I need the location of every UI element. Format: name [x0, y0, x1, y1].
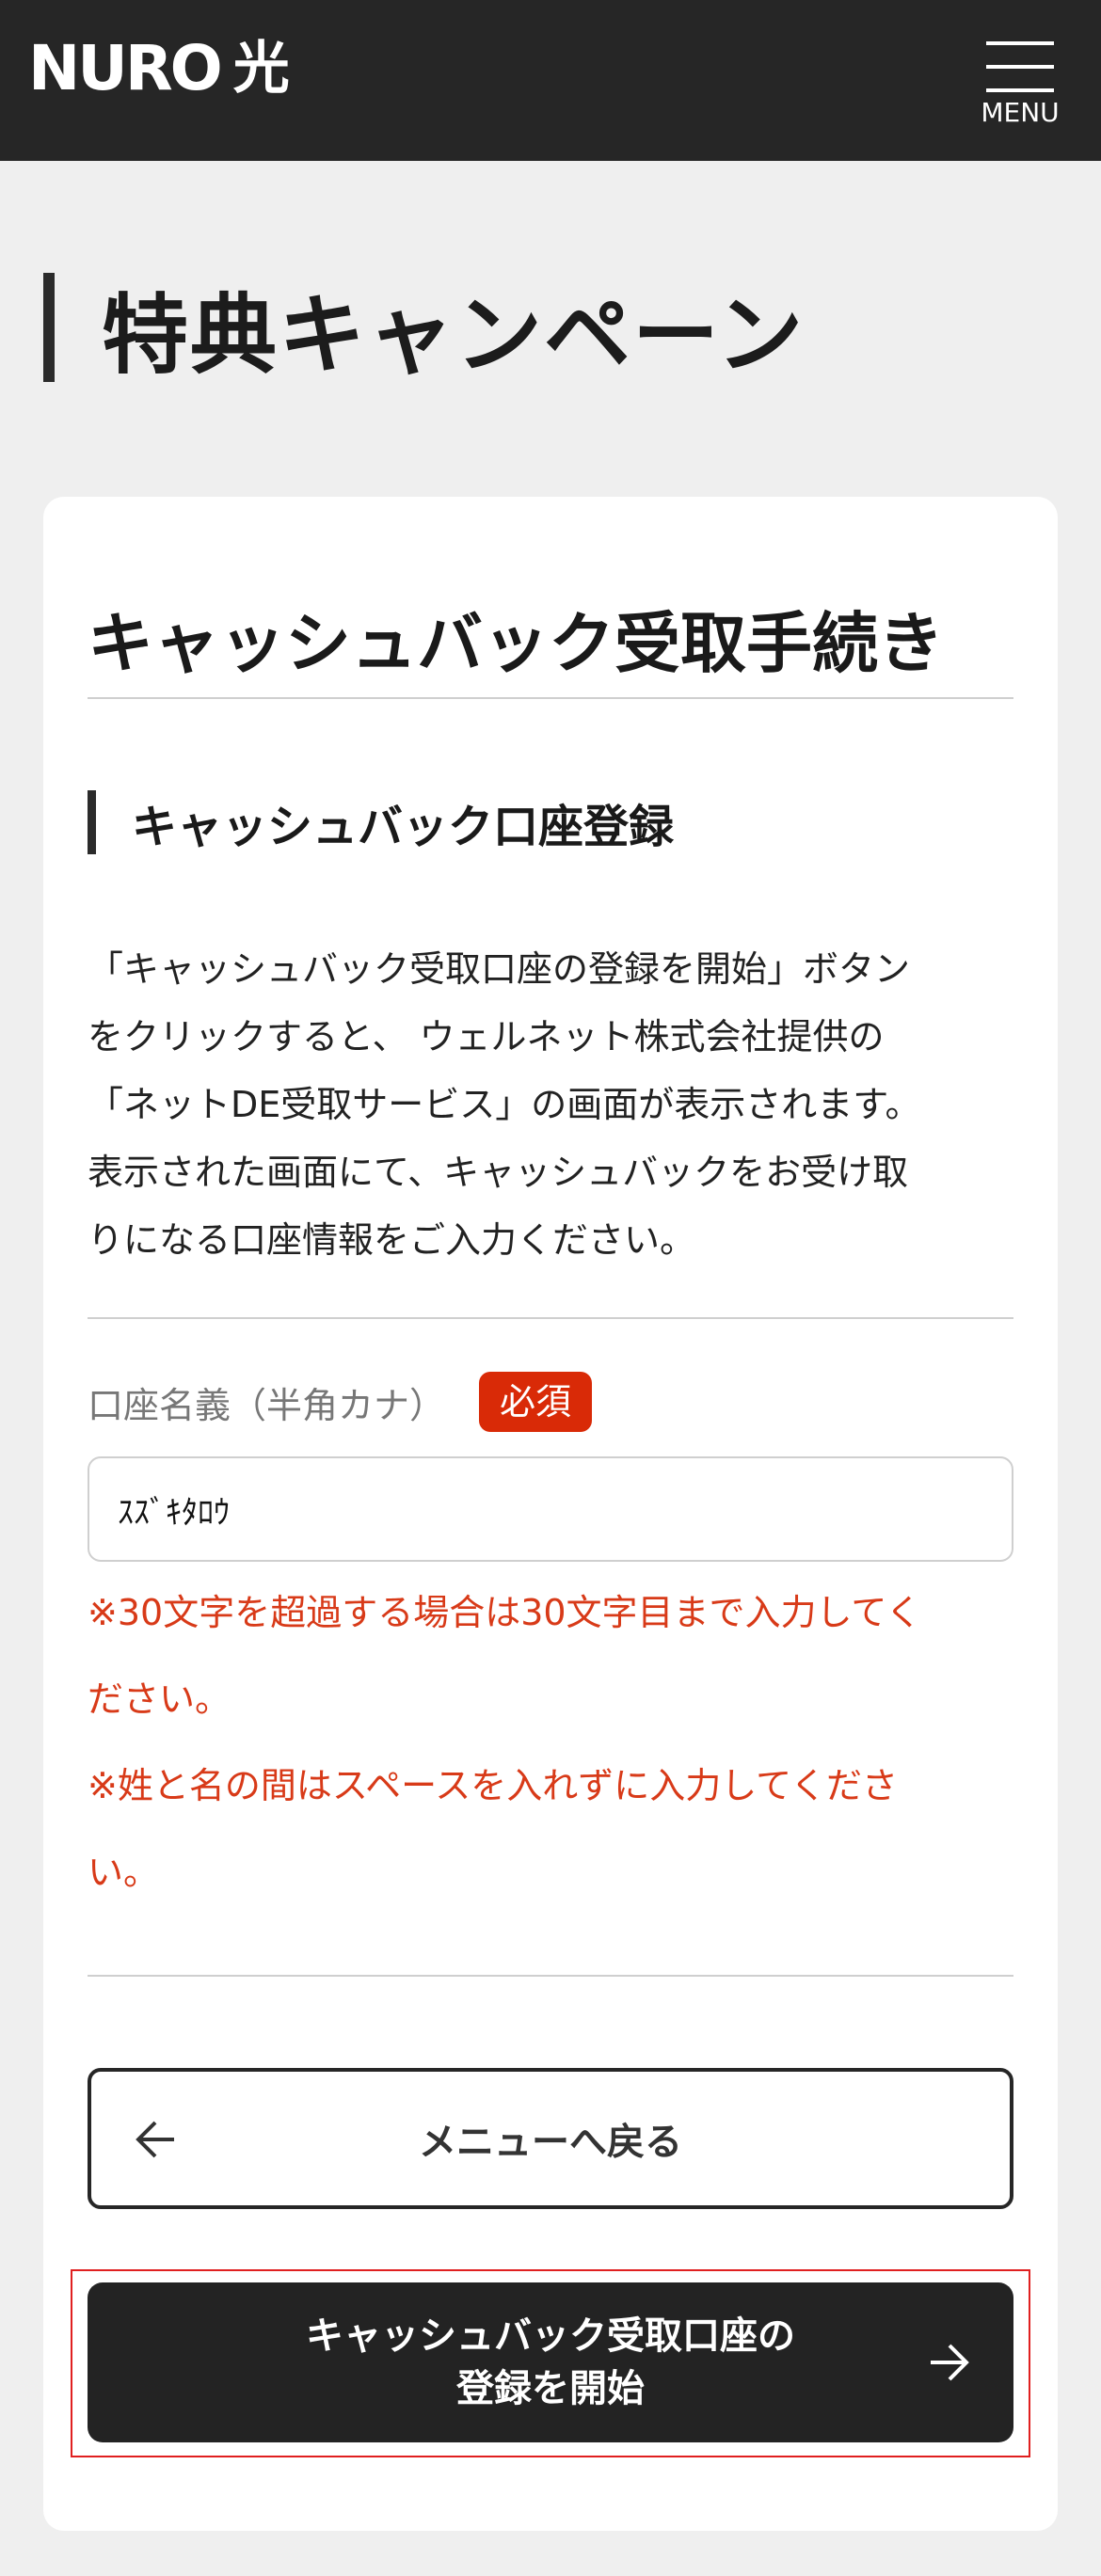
description-line: 「ネットDE受取サービス」の画面が表示されます。 [88, 1084, 921, 1125]
account-name-label: 口座名義（半角カナ） [88, 1384, 446, 1426]
site-header: NURO 光 MENU [0, 0, 1101, 161]
description-line: をクリックすると、 ウェルネット株式会社提供の [88, 1016, 885, 1057]
start-button-label-line: 登録を開始 [456, 2367, 645, 2410]
sub-title: キャッシュバック口座登録 [132, 801, 675, 853]
start-button-label: キャッシュバック受取口座の 登録を開始 [306, 2310, 795, 2415]
section-title: キャッシュバック受取手続き [88, 605, 944, 682]
description: 「キャッシュバック受取口座の登録を開始」ボタン をクリックすると、 ウェルネット… [88, 935, 1029, 1274]
divider [88, 1975, 1013, 1977]
description-line: りになる口座情報をご入力ください。 [88, 1219, 696, 1261]
start-button-label-line: キャッシュバック受取口座の [306, 2314, 795, 2358]
account-name-label-row: 口座名義（半角カナ） 必須 [88, 1372, 593, 1432]
note-max-length: ※30文字を超過する場合は30文字目まで入力してく ださい。 [88, 1569, 1029, 1742]
hamburger-icon-bar [986, 65, 1054, 69]
divider [88, 697, 1013, 699]
menu-label: MENU [981, 97, 1060, 128]
arrow-left-icon [136, 2121, 174, 2158]
divider [88, 1317, 1013, 1319]
logo-text: NURO [28, 32, 223, 104]
back-to-menu-button[interactable]: メニューへ戻る [88, 2068, 1013, 2209]
nuro-logo[interactable]: NURO 光 [28, 38, 290, 100]
note-no-space: ※姓と名の間はスペースを入れずに入力してくださ い。 [88, 1742, 1029, 1916]
highlight-frame: キャッシュバック受取口座の 登録を開始 [71, 2269, 1030, 2457]
page-title: 特典キャンペーン [102, 284, 806, 386]
description-line: 表示された画面にて、キャッシュバックをお受け取 [88, 1152, 909, 1193]
required-badge: 必須 [479, 1372, 593, 1432]
cashback-card: キャッシュバック受取手続き キャッシュバック口座登録 「キャッシュバック受取口座… [43, 497, 1058, 2531]
page-title-block: 特典キャンペーン [43, 273, 805, 386]
note-line: ※30文字を超過する場合は30文字目まで入力してく [88, 1592, 922, 1633]
hamburger-icon [986, 41, 1054, 45]
sub-title-block: キャッシュバック口座登録 [88, 790, 674, 854]
note-line: ※姓と名の間はスペースを入れずに入力してくださ [88, 1765, 899, 1806]
account-name-input[interactable] [88, 1456, 1013, 1562]
description-line: 「キャッシュバック受取口座の登録を開始」ボタン [88, 948, 911, 990]
hamburger-icon-bar [986, 88, 1054, 92]
note-line: ださい。 [88, 1678, 231, 1720]
arrow-right-icon [931, 2344, 969, 2381]
note-line: い。 [88, 1852, 160, 1893]
back-button-label: メニューへ戻る [419, 2121, 682, 2164]
start-registration-button[interactable]: キャッシュバック受取口座の 登録を開始 [88, 2282, 1013, 2442]
menu-button[interactable]: MENU [981, 41, 1060, 139]
logo-subtext: 光 [232, 36, 290, 102]
